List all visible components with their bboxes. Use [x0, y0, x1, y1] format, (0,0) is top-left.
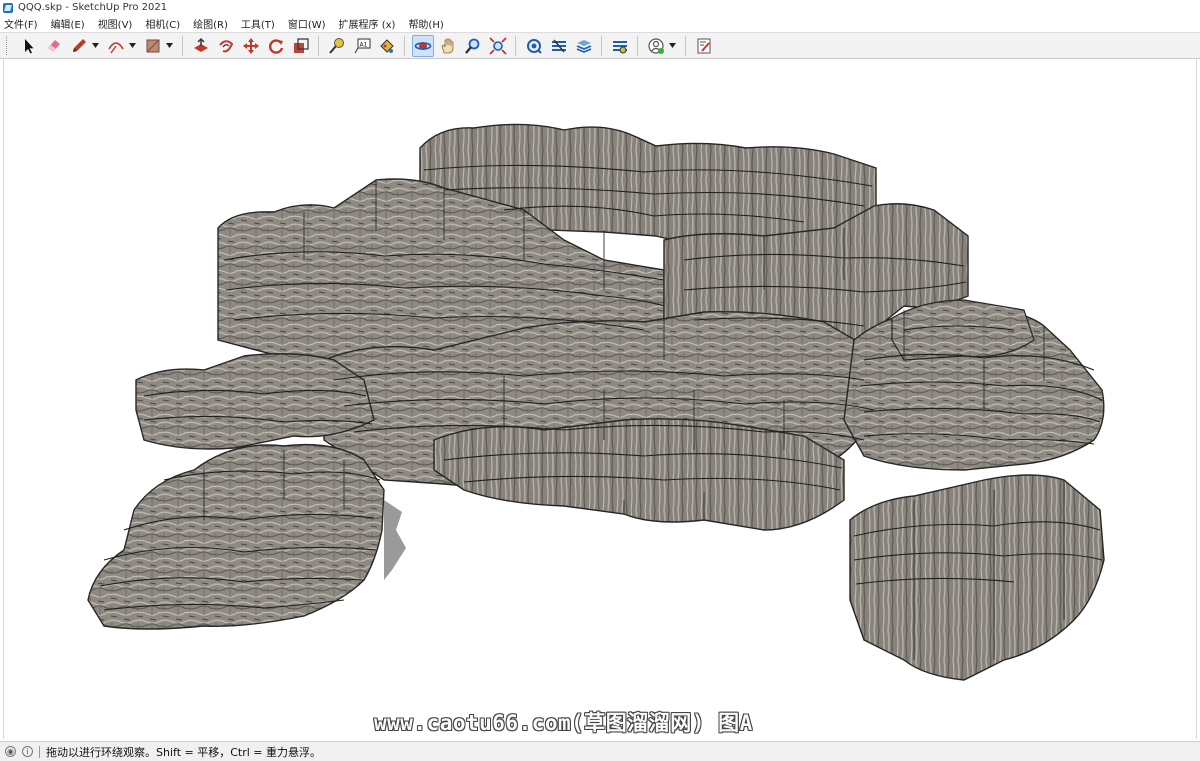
extension-warehouse-icon	[551, 39, 566, 52]
paint-bucket-tool-button[interactable]	[376, 35, 398, 57]
menu-extensions[interactable]: 扩展程序 (x)	[339, 16, 396, 31]
warehouse-icon	[526, 38, 542, 54]
chevron-down-icon	[669, 43, 676, 48]
tape-measure-icon	[328, 37, 344, 54]
rock-right-base	[849, 474, 1105, 681]
rotate-tool-button[interactable]	[265, 35, 287, 57]
sketchup-logo-icon	[3, 2, 13, 13]
model-viewport[interactable]: www.caotu66.com(草图溜溜网) 图A	[3, 60, 1197, 739]
eraser-tool-button[interactable]	[43, 35, 65, 57]
zoom-tool-button[interactable]	[462, 35, 484, 57]
layout-send-icon	[576, 39, 591, 53]
scale-icon	[293, 37, 309, 53]
pan-tool-button[interactable]	[437, 35, 459, 57]
extension-manager-icon	[612, 40, 627, 53]
toolbar-separator	[601, 35, 602, 56]
layout-send-button[interactable]	[573, 35, 595, 57]
menu-camera[interactable]: 相机(C)	[145, 16, 180, 31]
menu-file[interactable]: 文件(F)	[4, 16, 38, 31]
zoom-extents-icon	[488, 36, 507, 55]
line-tool-button[interactable]	[68, 35, 90, 57]
model-info-button[interactable]	[693, 35, 715, 57]
pencil-line-icon	[72, 38, 86, 52]
zoom-extents-tool-button[interactable]	[487, 35, 509, 57]
menu-edit[interactable]: 编辑(E)	[51, 16, 85, 31]
offset-icon	[218, 39, 233, 52]
extension-warehouse-button[interactable]	[548, 35, 570, 57]
model-info-icon	[697, 38, 710, 53]
toolbar-separator	[685, 35, 686, 56]
toolbar-separator	[318, 35, 319, 56]
toolbar-separator	[515, 35, 516, 56]
rock-front-middle	[433, 418, 845, 531]
line-tool-dropdown[interactable]	[91, 35, 100, 57]
orbit-tool-button[interactable]	[411, 34, 434, 57]
tape-measure-tool-button[interactable]	[326, 35, 348, 57]
eraser-icon	[47, 39, 60, 52]
push-pull-icon	[193, 37, 208, 52]
rectangle-shape-icon	[146, 39, 159, 52]
user-account-icon	[647, 37, 664, 54]
text-tool-button[interactable]: A1	[351, 35, 373, 57]
status-bar: ◉ i 拖动以进行环绕观察。Shift = 平移，Ctrl = 重力悬浮。	[0, 741, 1200, 761]
credits-info-icon[interactable]: i	[22, 746, 33, 757]
orbit-icon	[414, 41, 431, 50]
user-account-button[interactable]	[645, 35, 667, 57]
chevron-down-icon	[129, 43, 136, 48]
extension-manager-button[interactable]	[609, 35, 631, 57]
text-label-icon: A1	[354, 38, 370, 53]
menu-window[interactable]: 窗口(W)	[288, 16, 326, 31]
svg-text:A1: A1	[359, 41, 367, 48]
pan-hand-icon	[441, 38, 453, 53]
arc-icon	[107, 41, 124, 53]
menu-tools[interactable]: 工具(T)	[241, 16, 275, 31]
push-pull-tool-button[interactable]	[190, 35, 212, 57]
scale-tool-button[interactable]	[290, 35, 312, 57]
window-title: QQQ.skp - SketchUp Pro 2021	[18, 2, 168, 13]
site-watermark: www.caotu66.com(草图溜溜网) 图A	[374, 711, 753, 735]
arc-tool-button[interactable]	[105, 35, 127, 57]
toolbar-separator	[637, 35, 638, 56]
rotate-icon	[268, 38, 283, 54]
title-bar: QQQ.skp - SketchUp Pro 2021	[0, 0, 1200, 15]
toolbar-separator	[404, 35, 405, 56]
main-toolbar: A1	[0, 32, 1200, 59]
toolbar-grip[interactable]	[6, 36, 10, 55]
arc-tool-dropdown[interactable]	[128, 35, 137, 57]
move-icon	[242, 37, 259, 54]
zoom-icon	[464, 38, 479, 54]
status-divider	[39, 745, 40, 758]
shape-tool-dropdown[interactable]	[165, 35, 174, 57]
select-arrow-icon	[24, 38, 33, 53]
rectangle-tool-button[interactable]	[142, 35, 164, 57]
menu-view[interactable]: 视图(V)	[98, 16, 133, 31]
status-message: 拖动以进行环绕观察。Shift = 平移，Ctrl = 重力悬浮。	[46, 745, 321, 759]
menu-bar: 文件(F) 编辑(E) 视图(V) 相机(C) 绘图(R) 工具(T) 窗口(W…	[0, 15, 1200, 32]
menu-draw[interactable]: 绘图(R)	[193, 16, 228, 31]
move-tool-button[interactable]	[240, 35, 262, 57]
cast-shadow	[384, 500, 406, 580]
chevron-down-icon	[92, 43, 99, 48]
toolbar-separator	[182, 35, 183, 56]
paint-bucket-icon	[379, 38, 394, 53]
offset-tool-button[interactable]	[215, 35, 237, 57]
menu-help[interactable]: 帮助(H)	[408, 16, 443, 31]
select-tool-button[interactable]	[18, 35, 40, 57]
user-account-dropdown[interactable]	[668, 35, 677, 57]
rock-model-canvas[interactable]	[4, 60, 1196, 739]
geo-location-icon[interactable]: ◉	[5, 746, 16, 757]
warehouse-button[interactable]	[523, 35, 545, 57]
chevron-down-icon	[166, 43, 173, 48]
